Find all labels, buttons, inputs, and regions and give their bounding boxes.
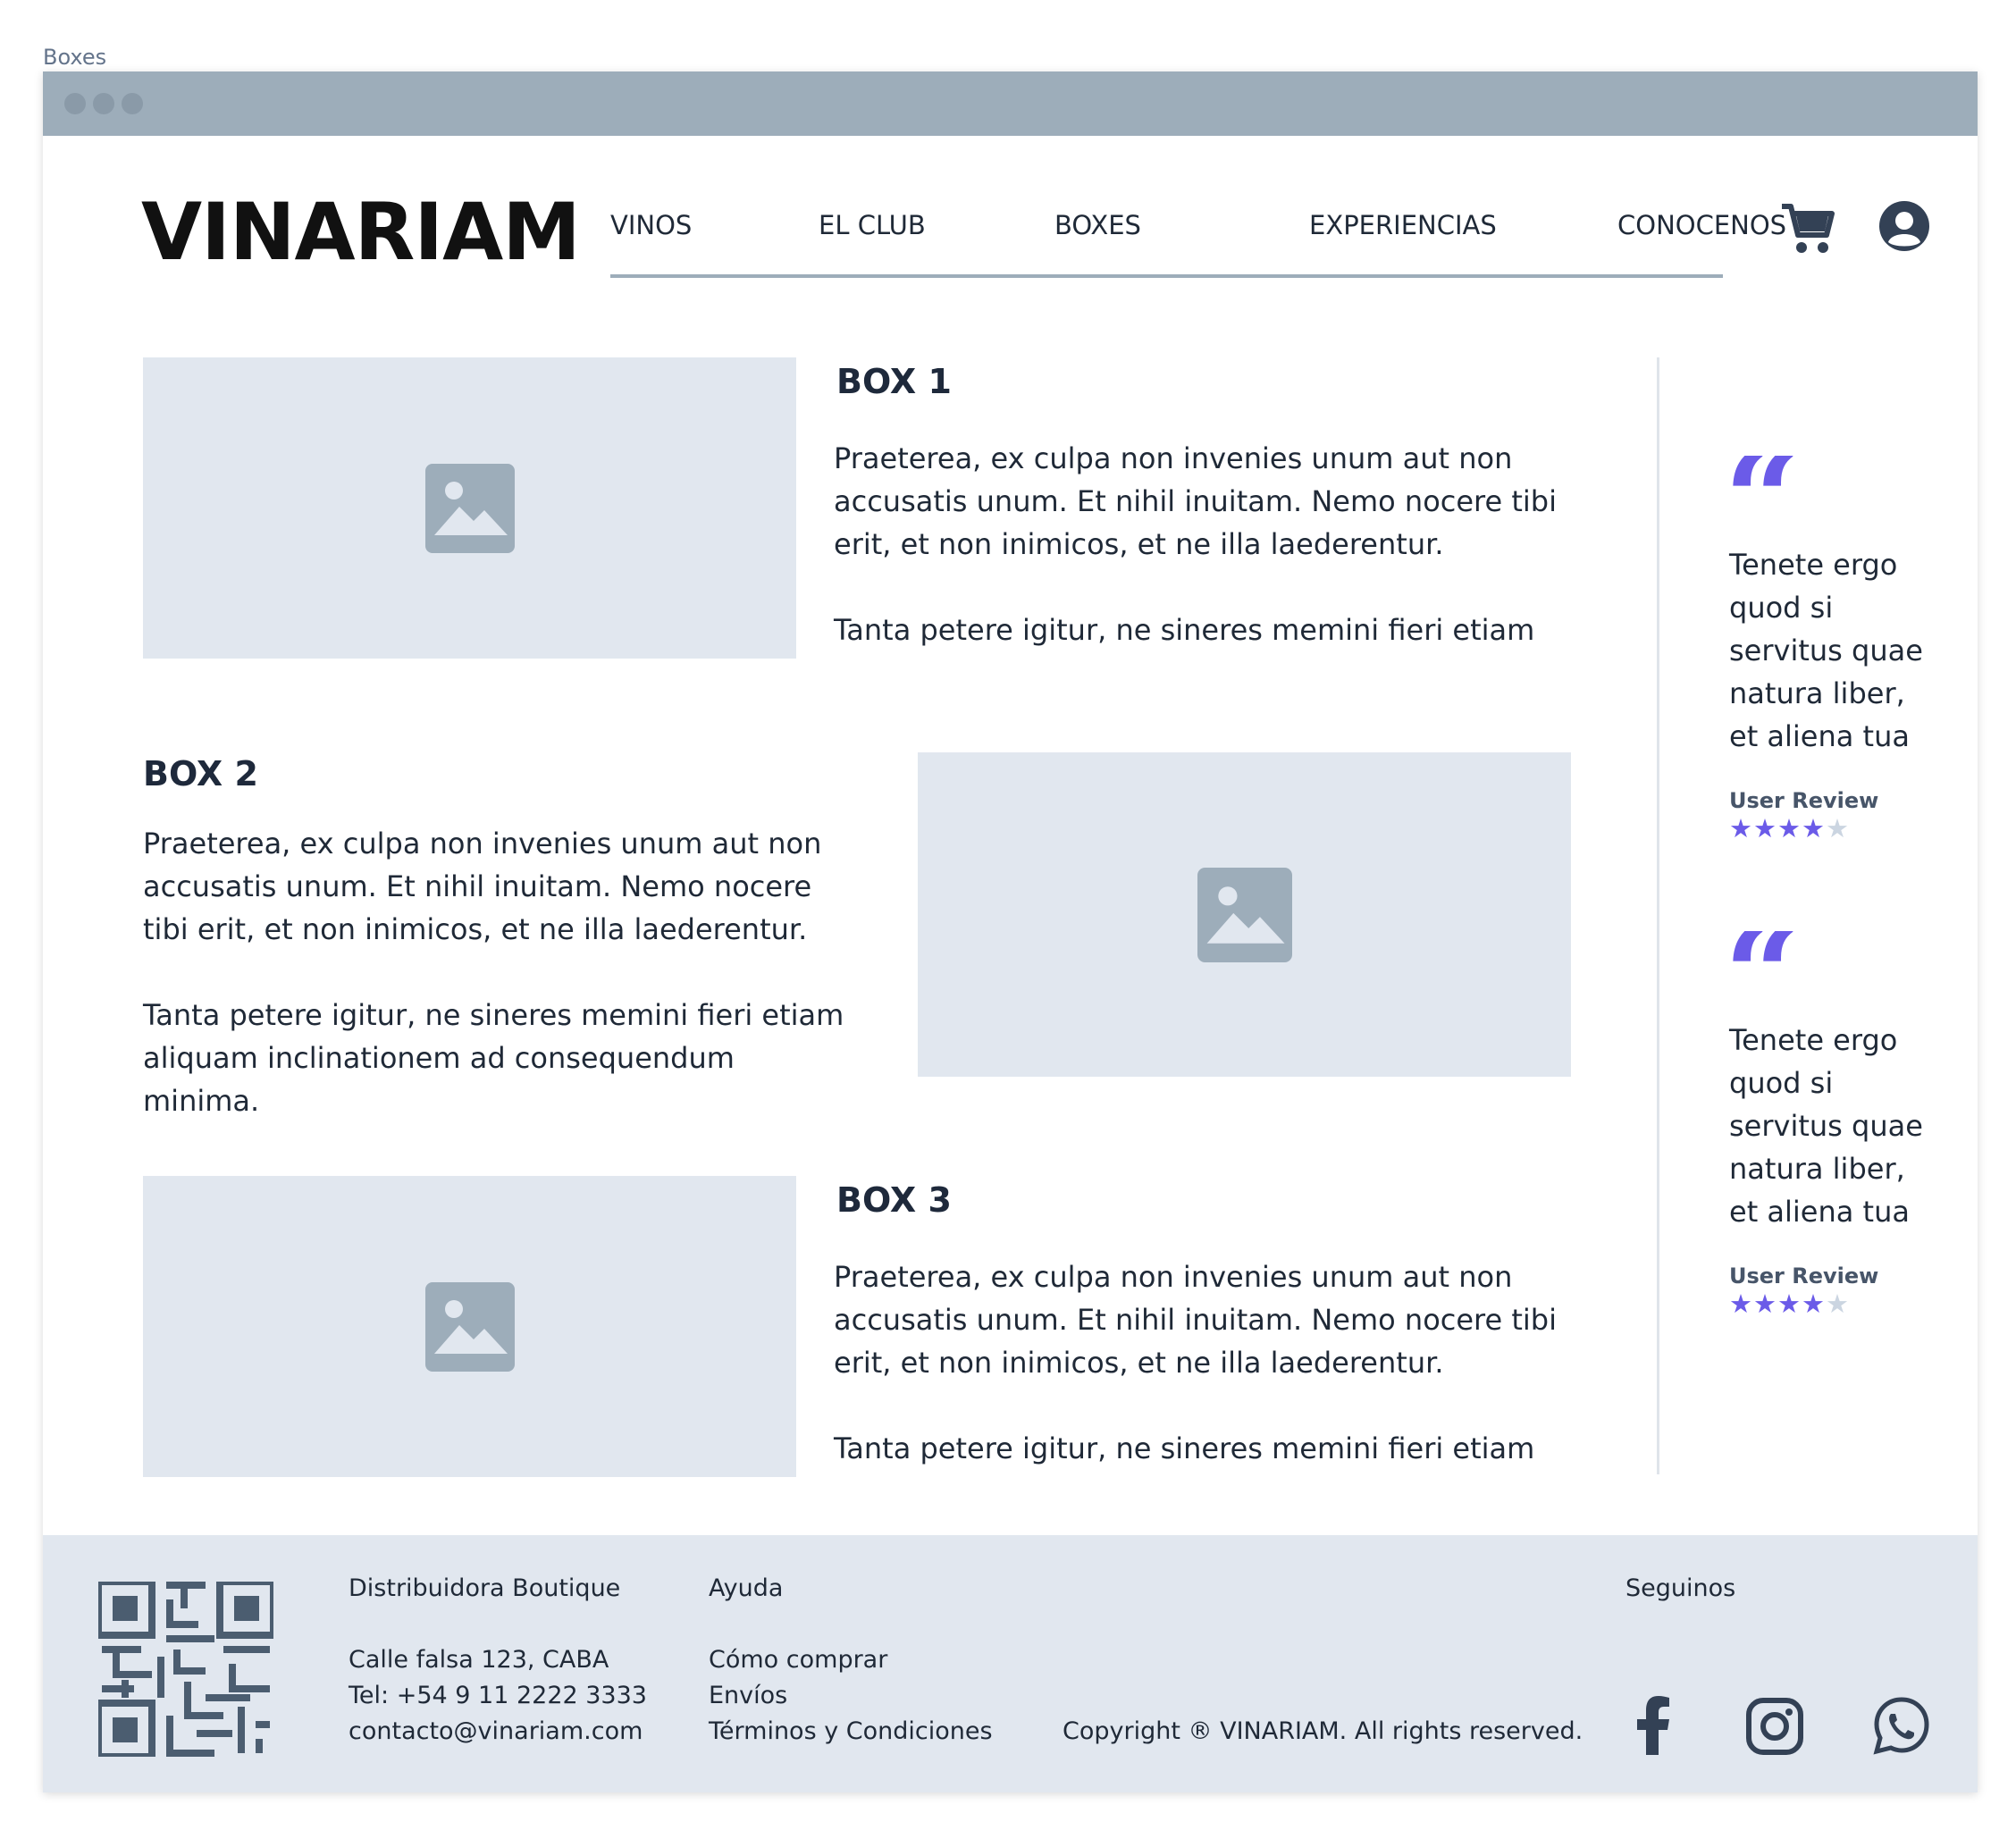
footer-follow-title: Seguinos — [1625, 1574, 1736, 1602]
box3-paragraph: Praeterea, ex culpa non invenies unum au… — [834, 1260, 1557, 1380]
box2-text: Praeterea, ex culpa non invenies unum au… — [143, 822, 858, 1165]
box3-text: Praeterea, ex culpa non invenies unum au… — [834, 1255, 1567, 1513]
review-quote: Tenete ergo quod si servitus quae natura… — [1729, 548, 1923, 753]
instagram-icon[interactable] — [1746, 1698, 1803, 1759]
footer-link-envios[interactable]: Envíos — [709, 1678, 787, 1714]
image-icon — [424, 463, 515, 553]
star-icon: ★ — [1802, 1289, 1826, 1319]
footer-email[interactable]: contacto@vinariam.com — [349, 1714, 643, 1750]
logo[interactable]: VINARIAM — [141, 186, 581, 278]
footer-link-como-comprar[interactable]: Cómo comprar — [709, 1642, 887, 1678]
nav-item-vinos[interactable]: VINOS — [610, 210, 692, 240]
box2-paragraph: Praeterea, ex culpa non invenies unum au… — [143, 827, 822, 946]
footer: Distribuidora Boutique Calle falsa 123, … — [43, 1535, 1978, 1792]
window-titlebar — [43, 71, 1978, 136]
footer-phone[interactable]: Tel: +54 9 11 2222 3333 — [349, 1678, 647, 1714]
browser-window: VINARIAM VINOS EL CLUB BOXES EXPERIENCIA… — [43, 71, 1978, 1792]
review-label: User Review — [1729, 1263, 1879, 1289]
window-dot[interactable] — [93, 93, 114, 114]
star-icon: ★ — [1753, 1289, 1777, 1319]
box1-paragraph: Tanta petere igitur, ne sineres memini f… — [834, 613, 1535, 647]
footer-copyright: Copyright ® VINARIAM. All rights reserve… — [1063, 1717, 1583, 1745]
box1-paragraph: Praeterea, ex culpa non invenies unum au… — [834, 441, 1557, 561]
box3-paragraph: Tanta petere igitur, ne sineres memini f… — [834, 1431, 1535, 1465]
window-dot[interactable] — [64, 93, 86, 114]
star-icon: ★ — [1777, 1289, 1802, 1319]
star-icon: ★ — [1777, 813, 1802, 844]
footer-address: Calle falsa 123, CABA — [349, 1646, 609, 1674]
review-label: User Review — [1729, 788, 1879, 813]
user-icon[interactable] — [1877, 199, 1931, 256]
image-icon — [1197, 867, 1292, 962]
nav-item-experiencias[interactable]: EXPERIENCIAS — [1309, 210, 1497, 240]
review-card: “ Tenete ergo quod si servitus quae natu… — [1724, 931, 1935, 1319]
sidebar-divider — [1657, 357, 1659, 1474]
star-empty-icon: ★ — [1826, 1289, 1850, 1319]
nav-item-conocenos[interactable]: CONOCENOS — [1617, 210, 1786, 240]
star-icon: ★ — [1729, 813, 1753, 844]
box2-title: BOX 2 — [143, 754, 258, 793]
main-nav: VINOS EL CLUB BOXES EXPERIENCIAS CONOCEN… — [610, 210, 1786, 278]
star-icon: ★ — [1729, 1289, 1753, 1319]
box2-paragraph: Tanta petere igitur, ne sineres memini f… — [143, 998, 844, 1118]
review-card: “ Tenete ergo quod si servitus quae natu… — [1724, 456, 1935, 844]
qr-code-icon[interactable] — [98, 1582, 273, 1757]
star-icon: ★ — [1802, 813, 1826, 844]
nav-item-el-club[interactable]: EL CLUB — [819, 210, 926, 240]
facebook-icon[interactable] — [1632, 1696, 1675, 1759]
footer-link-terminos[interactable]: Términos y Condiciones — [709, 1714, 993, 1750]
quote-icon: “ — [1724, 456, 1935, 527]
footer-company: Distribuidora Boutique — [349, 1574, 621, 1602]
box1-text: Praeterea, ex culpa non invenies unum au… — [834, 437, 1567, 694]
box2-image-placeholder — [918, 752, 1571, 1077]
star-rating: ★★★★★ — [1729, 813, 1935, 844]
review-quote: Tenete ergo quod si servitus quae natura… — [1729, 1023, 1923, 1229]
box3-image-placeholder — [143, 1176, 796, 1477]
box3-title: BOX 3 — [836, 1180, 952, 1220]
box1-title: BOX 1 — [836, 362, 952, 401]
star-empty-icon: ★ — [1826, 813, 1850, 844]
frame-label: Boxes — [43, 45, 107, 70]
window-dot[interactable] — [122, 93, 143, 114]
footer-help-title: Ayuda — [709, 1574, 784, 1602]
quote-icon: “ — [1724, 931, 1935, 1003]
whatsapp-icon[interactable] — [1871, 1696, 1932, 1760]
cart-icon[interactable] — [1778, 199, 1835, 260]
image-icon — [424, 1281, 515, 1372]
box1-image-placeholder — [143, 357, 796, 659]
nav-item-boxes[interactable]: BOXES — [1054, 210, 1141, 240]
star-rating: ★★★★★ — [1729, 1289, 1935, 1319]
star-icon: ★ — [1753, 813, 1777, 844]
